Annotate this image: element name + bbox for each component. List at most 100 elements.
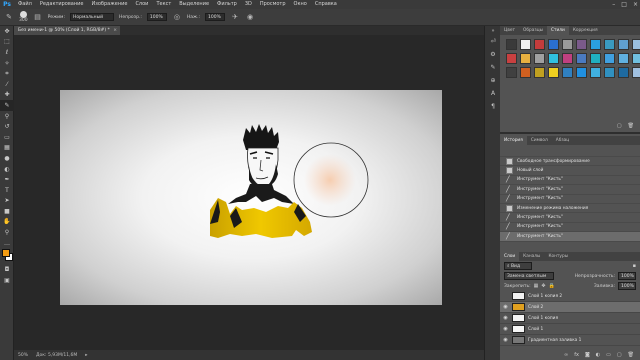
tab-history-2[interactable]: Абзац <box>552 136 573 145</box>
swatch[interactable] <box>632 67 640 78</box>
character-panel-icon[interactable]: A <box>485 87 501 100</box>
layer-filter-select[interactable]: ⌕ Вид <box>504 262 532 270</box>
flow-input[interactable]: 100% <box>205 13 226 21</box>
type-tool-icon[interactable]: T <box>0 185 14 196</box>
move-tool-icon[interactable]: ✥ <box>0 26 14 37</box>
swatch[interactable] <box>548 67 559 78</box>
crop-tool-icon[interactable]: ⌗ <box>0 68 14 79</box>
history-item[interactable]: Новый слой <box>500 166 640 176</box>
filter-toggle-icon[interactable]: ▪ <box>633 263 636 269</box>
close-document-icon[interactable]: × <box>113 26 117 35</box>
swatch[interactable] <box>632 53 640 64</box>
tab-color-0[interactable]: Цвет <box>500 26 519 35</box>
visibility-eye-icon[interactable]: ◉ <box>502 326 509 332</box>
visibility-eye-icon[interactable]: ◉ <box>502 337 509 343</box>
swatch[interactable] <box>590 39 601 50</box>
opacity-input[interactable]: 100% <box>146 13 167 21</box>
history-panel-icon[interactable]: ⏎ <box>485 35 501 48</box>
foreground-color-swatch[interactable] <box>2 249 10 258</box>
menu-item-8[interactable]: Просмотр <box>256 0 290 9</box>
tab-history-0[interactable]: История <box>500 136 527 145</box>
clone-stamp-tool-icon[interactable]: ⚲ <box>0 111 14 122</box>
close-button[interactable]: × <box>633 1 638 8</box>
swatch[interactable] <box>604 39 615 50</box>
layer-opacity-input[interactable]: 100% <box>618 272 636 280</box>
menu-item-5[interactable]: Выделение <box>175 0 213 9</box>
blend-mode-select[interactable]: Замена светлым <box>504 272 554 280</box>
history-item[interactable]: ╱ Инструмент "Кисть" <box>500 232 640 242</box>
swatch[interactable] <box>562 53 573 64</box>
delete-swatch-icon[interactable]: 🗑 <box>628 123 634 129</box>
fill-input[interactable]: 100% <box>618 282 636 290</box>
quick-select-tool-icon[interactable]: ✧ <box>0 58 14 69</box>
brush-presets-icon[interactable]: ✎ <box>485 61 501 74</box>
swatch[interactable] <box>534 53 545 64</box>
dodge-tool-icon[interactable]: ◐ <box>0 164 14 175</box>
eyedropper-tool-icon[interactable]: ⁄ <box>0 79 14 90</box>
layer-row[interactable]: Слой 1 копия 2 <box>500 291 640 302</box>
swatch[interactable] <box>534 67 545 78</box>
swatch[interactable] <box>604 53 615 64</box>
status-arrow-icon[interactable]: ▸ <box>85 353 87 358</box>
layer-row[interactable]: ◉ Слой 1 <box>500 324 640 335</box>
brush-tool-icon[interactable]: ✎ <box>4 12 14 22</box>
brush-preset-picker[interactable]: 300 <box>19 11 28 23</box>
visibility-eye-icon[interactable]: ◉ <box>502 315 509 321</box>
swatch[interactable] <box>604 67 615 78</box>
quick-mask-icon[interactable]: ◘ <box>0 264 14 275</box>
swatch[interactable] <box>506 39 517 50</box>
tab-layers-2[interactable]: Контуры <box>544 252 572 261</box>
lock-pixels-icon[interactable]: ▦ <box>534 283 539 289</box>
swatch[interactable] <box>520 53 531 64</box>
menu-item-3[interactable]: Слои <box>131 0 152 9</box>
history-item[interactable]: Свободное трансформирование <box>500 157 640 167</box>
swatch[interactable] <box>590 67 601 78</box>
menu-item-9[interactable]: Окно <box>290 0 311 9</box>
properties-panel-icon[interactable]: ⚙ <box>485 48 501 61</box>
new-layer-icon[interactable]: ▢ <box>617 352 622 358</box>
more-tools-icon[interactable]: … <box>0 238 14 249</box>
swatch[interactable] <box>576 53 587 64</box>
tab-history-1[interactable]: Символ <box>527 136 552 145</box>
tab-color-3[interactable]: Коррекция <box>569 26 602 35</box>
tab-layers-1[interactable]: Каналы <box>519 252 544 261</box>
screen-mode-icon[interactable]: ▣ <box>0 275 14 286</box>
menu-item-6[interactable]: Фильтр <box>213 0 241 9</box>
swatch[interactable] <box>548 39 559 50</box>
lock-all-icon[interactable]: 🔒 <box>549 283 555 289</box>
paragraph-panel-icon[interactable]: ¶ <box>485 100 501 113</box>
visibility-eye-icon[interactable]: ◉ <box>502 304 509 310</box>
zoom-tool-icon[interactable]: ⚲ <box>0 227 14 238</box>
history-item[interactable]: ╱ Инструмент "Кисть" <box>500 223 640 233</box>
opacity-pressure-icon[interactable]: ◎ <box>172 12 182 22</box>
path-select-tool-icon[interactable]: ➤ <box>0 196 14 207</box>
layer-row[interactable]: ◉ Градиентная заливка 1 <box>500 335 640 346</box>
gradient-tool-icon[interactable]: ▦ <box>0 143 14 154</box>
swatch[interactable] <box>520 67 531 78</box>
swatch[interactable] <box>506 67 517 78</box>
link-layers-icon[interactable]: ∞ <box>564 352 568 358</box>
lock-position-icon[interactable]: ✥ <box>541 283 545 289</box>
tab-color-1[interactable]: Образцы <box>519 26 547 35</box>
healing-brush-tool-icon[interactable]: ✚ <box>0 90 14 101</box>
airbrush-icon[interactable]: ✈ <box>230 12 240 22</box>
swatch[interactable] <box>632 39 640 50</box>
menu-item-0[interactable]: Файл <box>14 0 36 9</box>
new-swatch-icon[interactable]: ▢ <box>617 123 622 129</box>
shape-tool-icon[interactable]: ■ <box>0 206 14 217</box>
clone-source-icon[interactable]: ⊕ <box>485 74 501 87</box>
menu-item-10[interactable]: Справка <box>311 0 341 9</box>
maximize-button[interactable]: □ <box>621 1 627 8</box>
workspace[interactable] <box>14 35 484 350</box>
document-canvas[interactable] <box>60 90 442 305</box>
zoom-level[interactable]: 50% <box>18 353 28 358</box>
adjustment-layer-icon[interactable]: ◐ <box>596 352 600 358</box>
swatch[interactable] <box>618 39 629 50</box>
history-item[interactable]: ╱ Инструмент "Кисть" <box>500 185 640 195</box>
swatch[interactable] <box>576 39 587 50</box>
swatch[interactable] <box>506 53 517 64</box>
tab-color-2[interactable]: Стили <box>547 26 569 35</box>
swatch[interactable] <box>548 53 559 64</box>
doc-size-info[interactable]: Док: 5,93M/11,6M <box>36 353 77 358</box>
swatch[interactable] <box>576 67 587 78</box>
